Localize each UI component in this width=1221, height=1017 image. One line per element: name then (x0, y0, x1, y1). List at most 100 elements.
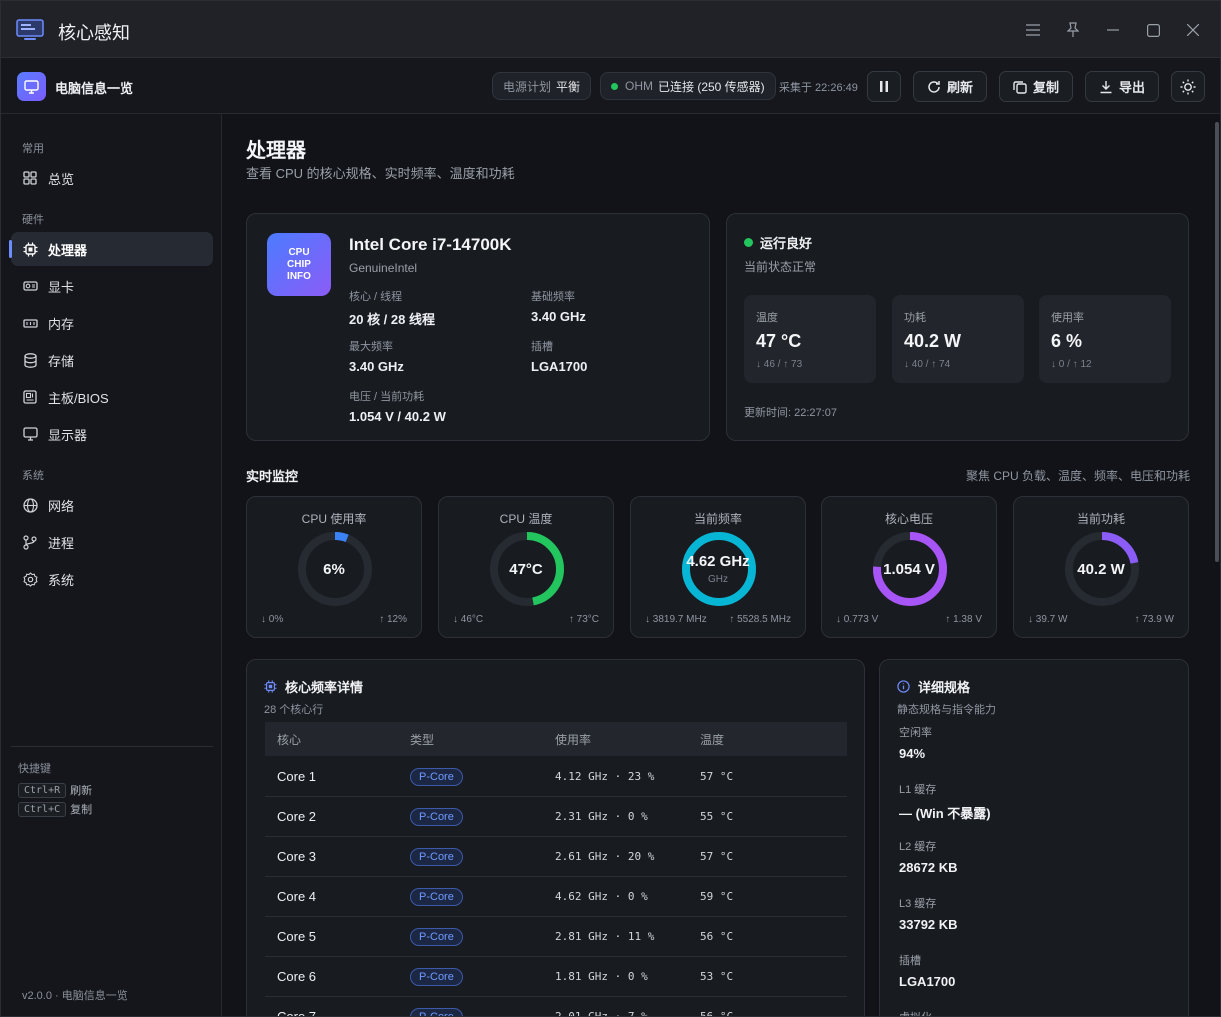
maximize-button[interactable] (1141, 18, 1165, 42)
pause-button[interactable] (867, 71, 901, 102)
shortcut-key: Ctrl+R (18, 782, 67, 798)
core-usage-cell: 4.12 GHz · 23 % (555, 770, 655, 783)
core-usage-cell: 2.31 GHz · 0 % (555, 810, 648, 823)
table-row[interactable]: Core 5 P-Core 2.81 GHz · 11 % 56 °C (265, 917, 847, 957)
sidebar-item-gpu[interactable]: 显卡 (11, 269, 213, 303)
gauge-min: ↓ 0% (261, 614, 284, 625)
field-value: 20 核 / 28 线程 (349, 312, 435, 327)
table-row[interactable]: Core 6 P-Core 1.81 GHz · 0 % 53 °C (265, 957, 847, 997)
menu-icon[interactable] (1021, 18, 1045, 42)
core-name-cell: Core 6 (277, 969, 317, 984)
copy-button[interactable]: 复制 (999, 71, 1073, 102)
cpu-cores-field: 核心 / 线程 20 核 / 28 线程 (349, 288, 435, 328)
close-button[interactable] (1181, 18, 1205, 42)
table-row[interactable]: Core 2 P-Core 2.31 GHz · 0 % 55 °C (265, 797, 847, 837)
gauge-card: 核心电压 1.054 V ↓ 0.773 V ↑ 1.38 V (821, 496, 997, 638)
sidebar-item-process[interactable]: 进程 (11, 525, 213, 559)
status-card: 运行良好 当前状态正常 温度 47 °C ↓ 46 / ↑ 73 功耗 40.2… (726, 213, 1189, 441)
core-name-cell: Core 7 (277, 1009, 317, 1017)
cpu-icon (22, 241, 38, 257)
spec-panel-subtitle: 静态规格与指令能力 (897, 704, 996, 716)
sidebar: 常用 总览 硬件 处理器 显卡 内存 存储 主板/BIOS 显示器 系统 网络 … (1, 114, 222, 1016)
main-scrollbar[interactable] (1213, 114, 1220, 1016)
field-value: 1.054 V / 40.2 W (349, 409, 446, 424)
metric-label: 温度 (756, 312, 778, 324)
process-icon (22, 534, 38, 550)
spec-label: L2 缓存 (899, 841, 937, 853)
status-subtitle: 当前状态正常 (744, 260, 817, 274)
copy-icon (1013, 80, 1027, 94)
chip-line: CHIP (287, 258, 311, 270)
refresh-button[interactable]: 刷新 (913, 71, 987, 102)
sidebar-item-overview[interactable]: 总览 (11, 161, 213, 195)
sidebar-item-motherboard[interactable]: 主板/BIOS (11, 380, 213, 414)
table-row[interactable]: Core 7 P-Core 2.01 GHz · 7 % 56 °C (265, 997, 847, 1017)
spec-value: 28672 KB (899, 860, 958, 875)
scrollbar-thumb[interactable] (1215, 122, 1219, 562)
sidebar-item-memory[interactable]: 内存 (11, 306, 213, 340)
status-title-text: 运行良好 (760, 236, 813, 251)
column-header[interactable]: 使用率 (555, 731, 700, 748)
chip-line: INFO (287, 270, 311, 282)
sidebar-item-storage[interactable]: 存储 (11, 343, 213, 377)
pin-icon[interactable] (1061, 18, 1085, 42)
gauge-min: ↓ 0.773 V (836, 614, 879, 625)
sidebar-divider (11, 746, 213, 747)
gauge-card: CPU 使用率 6% ↓ 0% ↑ 12% (246, 496, 422, 638)
sidebar-item-system[interactable]: 系统 (11, 562, 213, 596)
core-table-header: 核心 类型 使用率 温度 (265, 722, 847, 756)
sidebar-item-label: 处理器 (48, 242, 88, 258)
core-name-cell: Core 3 (277, 849, 317, 864)
theme-toggle-button[interactable] (1171, 71, 1205, 102)
core-type-badge: P-Core (410, 927, 463, 946)
sidebar-item-label: 网络 (48, 498, 75, 514)
status-temp-card: 温度 47 °C ↓ 46 / ↑ 73 (744, 295, 876, 383)
cpu-base-freq-field: 基础频率 3.40 GHz (531, 288, 586, 324)
core-type-cell: P-Core (410, 887, 555, 906)
connected-dot (611, 82, 618, 90)
sidebar-item-label: 总览 (48, 171, 75, 187)
sidebar-item-display[interactable]: 显示器 (11, 417, 213, 451)
sidebar-item-label: 内存 (48, 316, 75, 332)
core-name-cell: Core 2 (277, 809, 317, 824)
core-usage-cell: 2.61 GHz · 20 % (555, 850, 655, 863)
core-type-cell: P-Core (410, 847, 555, 866)
sidebar-item-network[interactable]: 网络 (11, 488, 213, 522)
app-logo (17, 72, 46, 101)
table-row[interactable]: Core 1 P-Core 4.12 GHz · 23 % 57 °C (265, 757, 847, 797)
field-label: 核心 / 线程 (349, 291, 403, 303)
gauge-card: CPU 温度 47°C ↓ 46°C ↑ 73°C (438, 496, 614, 638)
main-content: 处理器 查看 CPU 的核心规格、实时频率、温度和功耗 CPU CHIP INF… (222, 114, 1220, 1017)
core-type-badge: P-Core (410, 847, 463, 866)
metric-value: 6 % (1051, 331, 1083, 351)
metric-range: ↓ 46 / ↑ 73 (756, 359, 803, 370)
gear-icon (22, 571, 38, 587)
table-row[interactable]: Core 3 P-Core 2.61 GHz · 20 % 57 °C (265, 837, 847, 877)
sidebar-section-common: 常用 (22, 143, 44, 155)
spec-panel-title: 详细规格 (897, 677, 970, 696)
export-button[interactable]: 导出 (1085, 71, 1159, 102)
app-title: 核心感知 (58, 23, 130, 43)
spec-value: 94% (899, 746, 926, 761)
column-header[interactable]: 类型 (410, 731, 555, 748)
core-name-cell: Core 5 (277, 929, 317, 944)
column-header[interactable]: 温度 (700, 731, 845, 748)
minimize-button[interactable] (1101, 18, 1125, 42)
table-row[interactable]: Core 4 P-Core 4.62 GHz · 0 % 59 °C (265, 877, 847, 917)
field-value: 3.40 GHz (531, 309, 586, 324)
gauge-unit: GHz (708, 574, 728, 585)
ohm-status-pill[interactable]: OHM 已连接 (250 传感器) (600, 72, 776, 100)
field-value: 3.40 GHz (349, 359, 404, 374)
column-header[interactable]: 核心 (265, 731, 410, 748)
core-type-badge: P-Core (410, 767, 463, 786)
cpu-name: Intel Core i7-14700K (349, 235, 512, 254)
metric-range: ↓ 0 / ↑ 12 (1051, 359, 1092, 370)
sidebar-section-system: 系统 (22, 470, 44, 482)
pause-icon (880, 81, 888, 92)
sidebar-item-processor[interactable]: 处理器 (9, 232, 213, 266)
download-icon (1100, 80, 1112, 93)
sidebar-item-label: 存储 (48, 353, 75, 369)
power-plan-pill[interactable]: 电源计划 平衡 (492, 72, 592, 100)
refresh-icon (928, 80, 940, 93)
info-icon (897, 680, 910, 693)
